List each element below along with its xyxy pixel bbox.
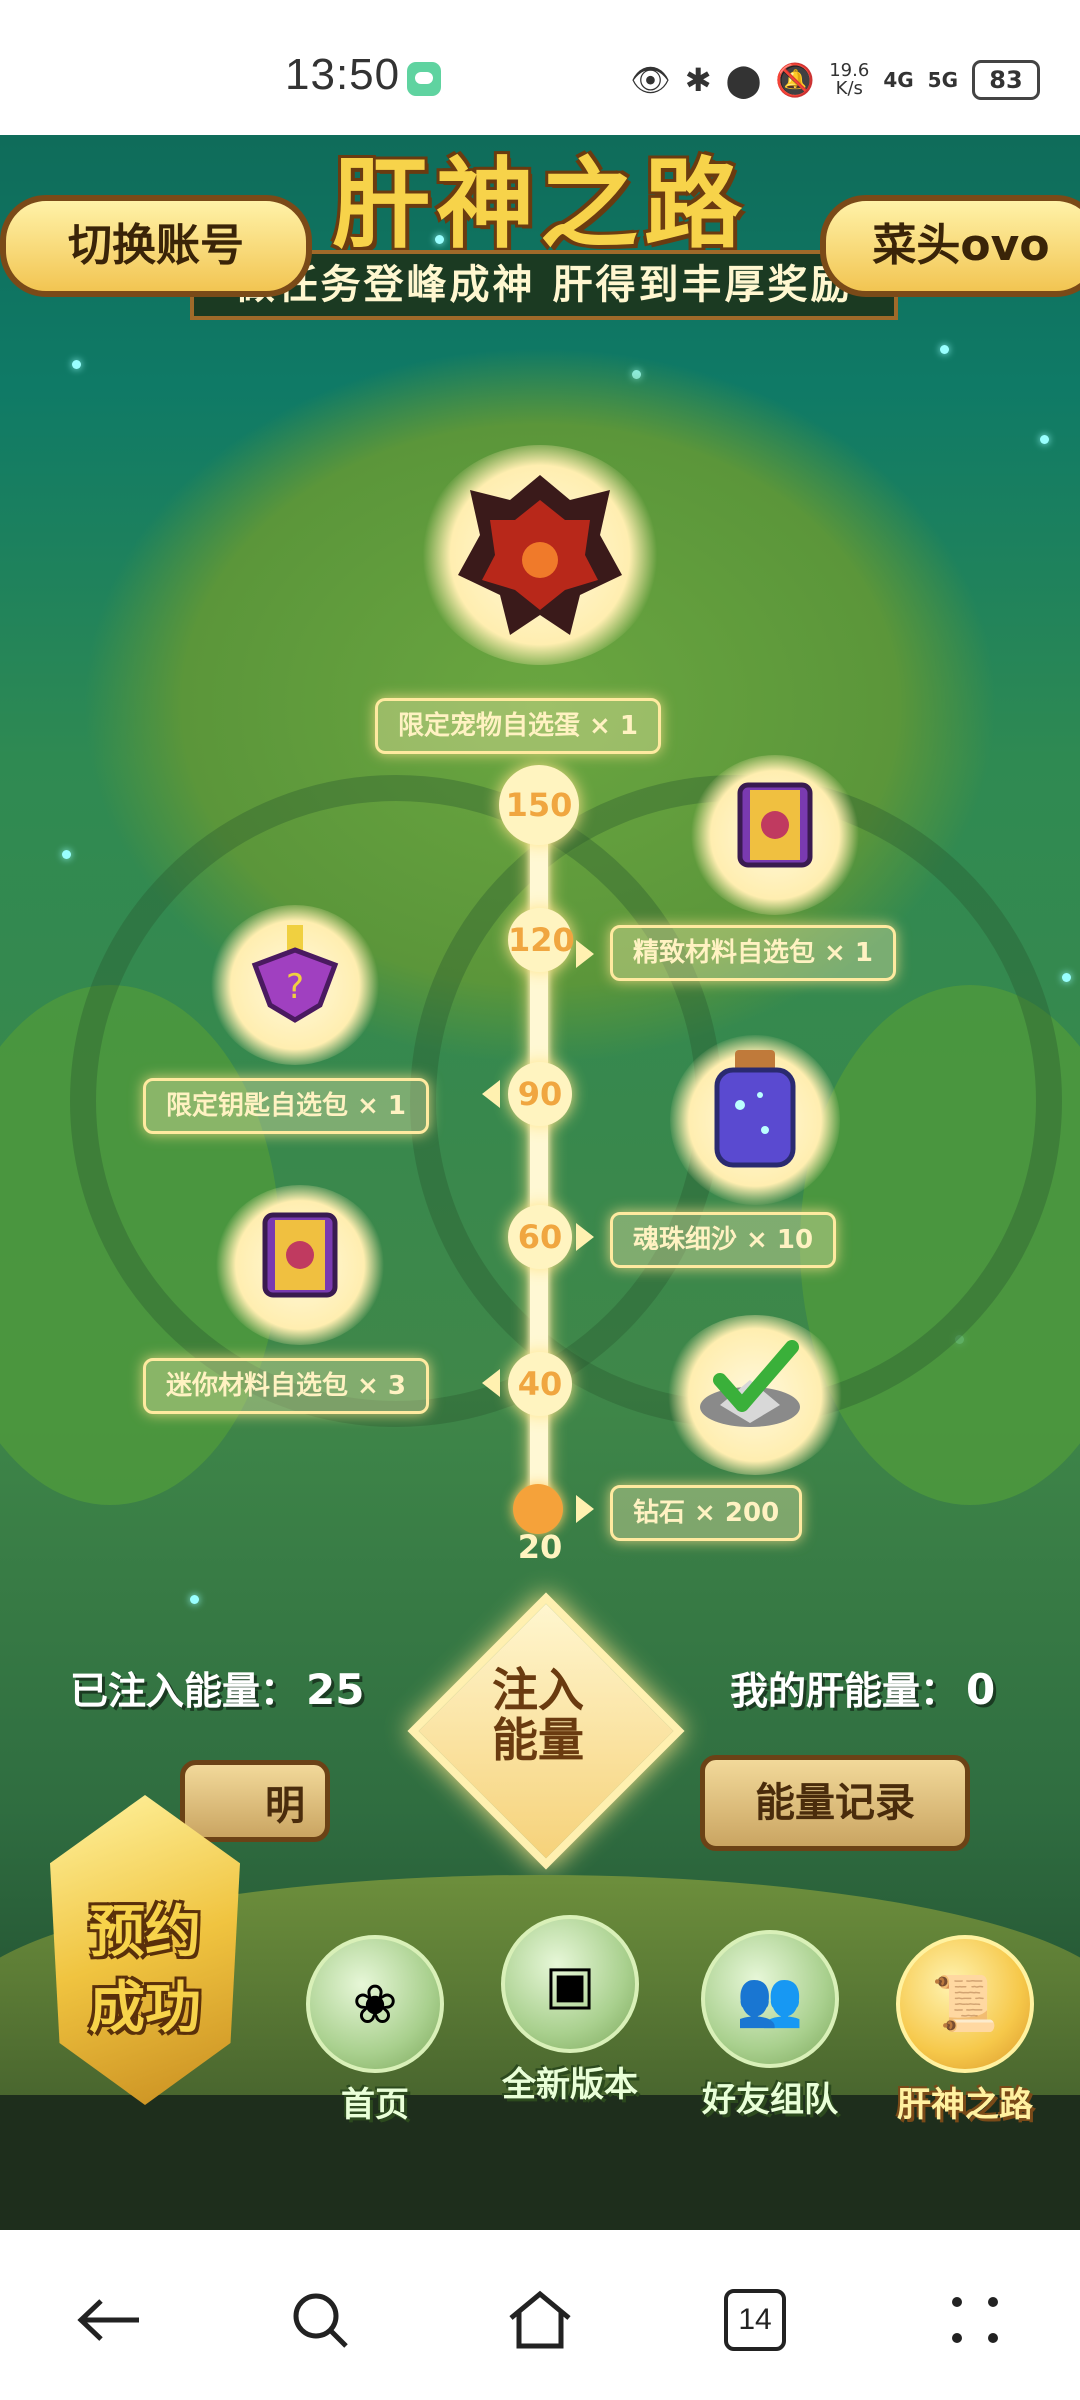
signal-4g-icon: 4G	[883, 68, 914, 92]
home-icon	[509, 2290, 571, 2349]
battery-indicator: 83	[972, 60, 1040, 100]
svg-text:?: ?	[286, 967, 304, 1007]
menu-button[interactable]	[935, 2280, 1015, 2360]
key-pack-icon[interactable]: ?	[245, 920, 345, 1030]
mini-material-pack-icon[interactable]	[250, 1205, 350, 1305]
arrow-right-icon	[576, 1223, 594, 1251]
milestone-120: 120	[508, 908, 575, 972]
energy-record-button[interactable]: 能量记录	[700, 1755, 970, 1851]
milestone-20: 20	[517, 1528, 563, 1566]
reward-label-60: 魂珠细沙 × 10	[610, 1212, 837, 1268]
game-canvas: 肝神之路 做任务登峰成神 肝得到丰厚奖励 切换账号 菜头ovo 限定宠物自选蛋 …	[0, 135, 1080, 2230]
inject-energy-button[interactable]: 注入 能量	[407, 1592, 685, 1870]
switch-account-button[interactable]: 切换账号	[0, 195, 312, 297]
my-energy-label: 我的肝能量：	[730, 1669, 959, 1713]
nav-team-up[interactable]: 👥 好友组队	[685, 1930, 855, 2121]
location-icon: ⬤	[725, 61, 762, 99]
tab-count: 14	[724, 2289, 786, 2351]
arrow-right-icon	[576, 940, 594, 968]
system-navigation-bar: 14	[0, 2230, 1080, 2400]
tabs-button[interactable]: 14	[715, 2280, 795, 2360]
treasure-chest-icon: ▣	[501, 1915, 639, 2053]
clock: 13:50	[285, 50, 401, 99]
signal-5g-icon: 5G	[927, 68, 958, 92]
my-energy-value: 0	[966, 1665, 996, 1714]
material-pack-icon[interactable]	[725, 775, 825, 875]
injected-energy-value: 25	[306, 1665, 365, 1714]
nav-grind-road[interactable]: 📜 肝神之路	[880, 1935, 1050, 2126]
arrow-left-icon	[482, 1080, 500, 1108]
arrow-left-icon	[482, 1369, 500, 1397]
mute-bell-icon: 🔕	[775, 61, 816, 99]
injected-energy: 已注入能量： 25	[70, 1660, 364, 1715]
flower-icon: ❀	[306, 1935, 444, 2073]
my-energy: 我的肝能量： 0	[730, 1660, 995, 1715]
reservation-success-badge[interactable]: 预约 成功	[30, 1795, 260, 2125]
menu-dots-icon	[952, 2297, 998, 2343]
milestone-150: 150	[499, 765, 579, 845]
milestone-90: 90	[508, 1062, 572, 1126]
nav-new-version[interactable]: ▣ 全新版本	[485, 1915, 655, 2106]
search-button[interactable]	[280, 2280, 360, 2360]
scroll-icon: 📜	[896, 1935, 1034, 2073]
bluetooth-icon: ✱	[684, 61, 712, 99]
milestone-40: 40	[508, 1352, 572, 1416]
nav-home[interactable]: ❀ 首页	[290, 1935, 460, 2126]
pet-egg-icon[interactable]	[450, 465, 630, 645]
status-icons: 👁 ✱ ⬤ 🔕 19.6 K/s 4G 5G 83	[630, 50, 1040, 110]
search-icon	[293, 2293, 348, 2348]
injected-energy-label: 已注入能量：	[70, 1669, 299, 1713]
friends-icon: 👥	[701, 1930, 839, 2068]
milestone-60: 60	[508, 1205, 572, 1269]
back-arrow-icon	[77, 2299, 139, 2341]
reward-label-20: 钻石 × 200	[610, 1485, 803, 1541]
back-button[interactable]	[68, 2280, 148, 2360]
reward-label-top: 限定宠物自选蛋 × 1	[375, 698, 661, 754]
reward-label-40: 迷你材料自选包 × 3	[143, 1358, 429, 1414]
reward-label-90: 限定钥匙自选包 × 1	[143, 1078, 429, 1134]
soul-sand-jar-icon[interactable]	[705, 1045, 805, 1175]
status-bar: 13:50 👁 ✱ ⬤ 🔕 19.6 K/s 4G 5G 83	[0, 0, 1080, 135]
username-badge[interactable]: 菜头ovo	[820, 195, 1080, 297]
eye-icon: 👁	[630, 61, 671, 99]
reward-label-120: 精致材料自选包 × 1	[610, 925, 896, 981]
diamond-claimed-icon[interactable]	[680, 1335, 820, 1445]
network-speed: 19.6 K/s	[829, 60, 870, 99]
arrow-right-icon	[576, 1495, 594, 1523]
message-app-icon	[407, 62, 441, 96]
home-button[interactable]	[500, 2280, 580, 2360]
